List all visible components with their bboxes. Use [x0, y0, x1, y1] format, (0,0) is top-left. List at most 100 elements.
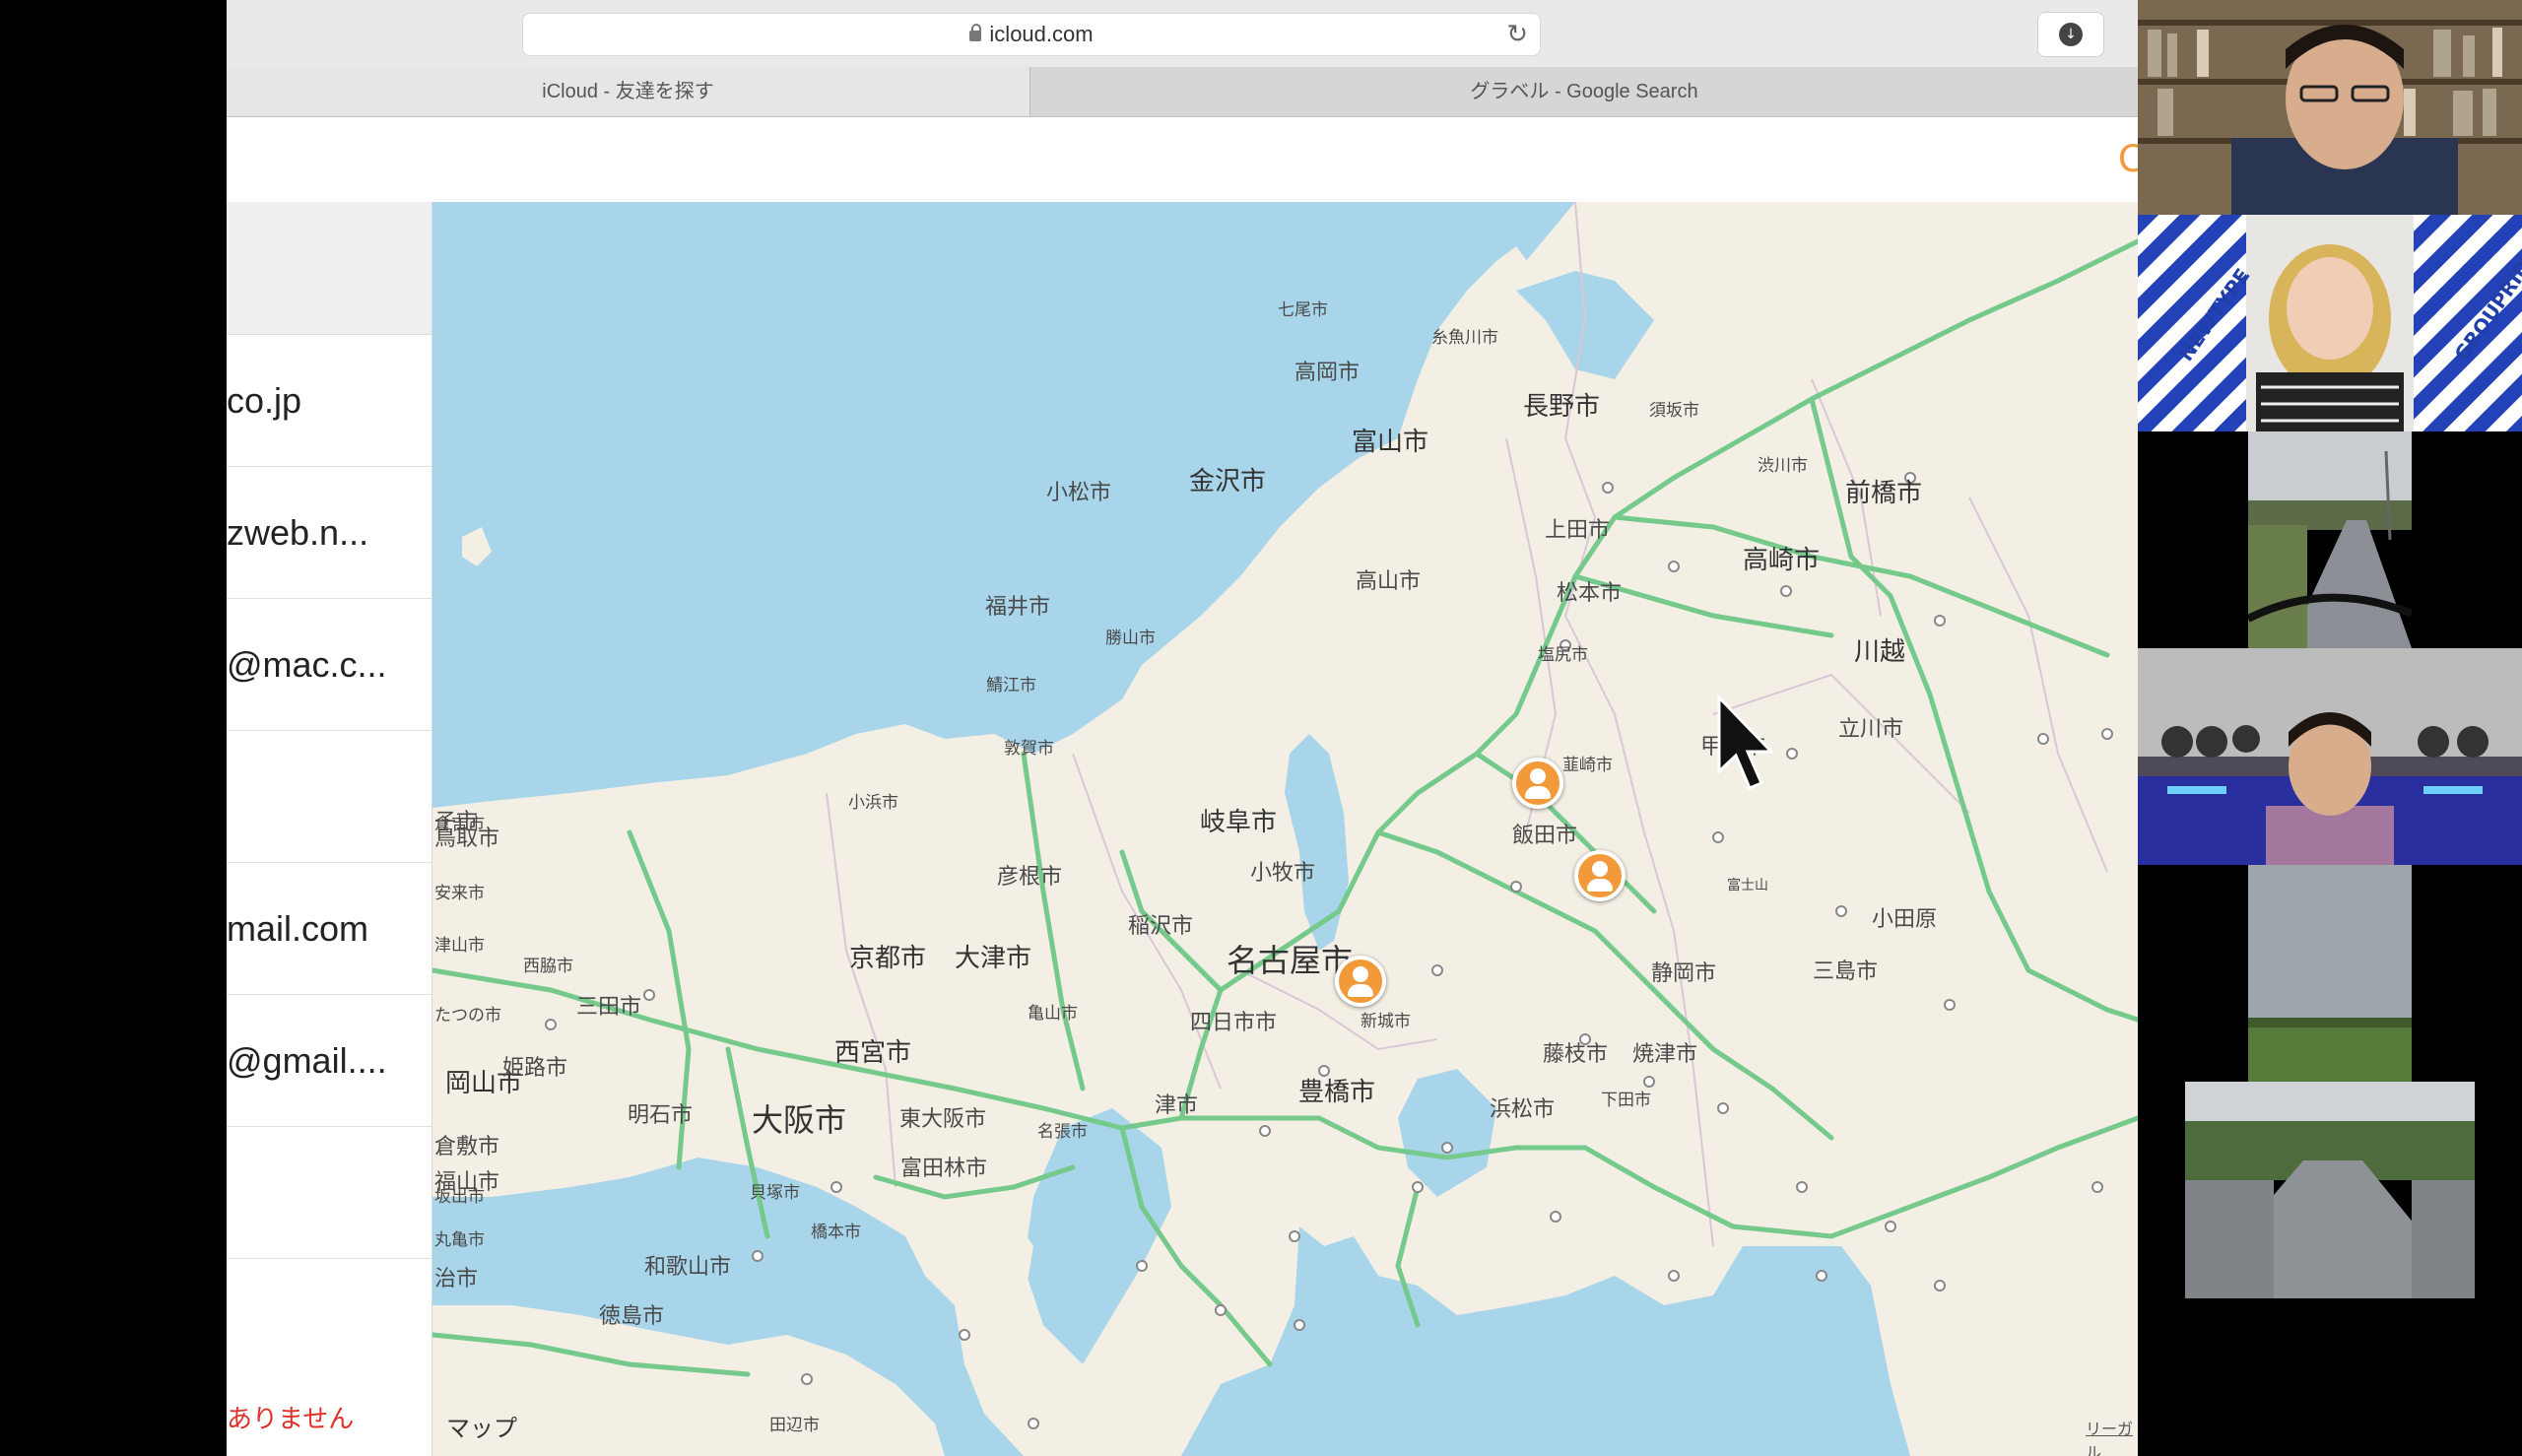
map-place-label: 亀山市	[1028, 1004, 1078, 1024]
map-place-label: 塩尻市	[1538, 645, 1588, 665]
map-place-label: 大阪市	[752, 1101, 847, 1139]
map-place-label: 下田市	[1601, 1091, 1651, 1110]
url-text: icloud.com	[989, 22, 1094, 46]
map-place-label: 川越	[1854, 637, 1906, 667]
map-place-label: 姫路市	[502, 1056, 568, 1081]
participant-video-feed	[2248, 865, 2412, 1082]
map-place-label: 韮崎市	[1562, 756, 1613, 775]
map-place-label: 高崎市	[1743, 546, 1821, 575]
tab-google-search[interactable]: グラベル - Google Search	[1030, 67, 2138, 116]
map-place-label: 上田市	[1545, 518, 1611, 543]
map-place-label: 立川市	[1838, 717, 1904, 742]
map-place-label: 飯田市	[1512, 824, 1578, 848]
map-place-label: 金沢市	[1189, 467, 1267, 496]
map-place-label: 前橋市	[1845, 479, 1923, 508]
map-place-label: 大津市	[955, 944, 1032, 973]
person-row[interactable]: mail.com	[227, 863, 431, 995]
map-place-label: 高山市	[1356, 569, 1422, 594]
participant-video-feed	[2185, 1082, 2475, 1298]
lock-icon	[969, 24, 982, 41]
map-place-label: 糸魚川市	[1431, 328, 1498, 348]
map-place-label: 四日市市	[1190, 1011, 1278, 1035]
people-list: co.jp zweb.n... @mac.c... mail.com @gmai…	[227, 202, 432, 1456]
map-place-label: 須坂市	[1649, 401, 1699, 421]
map-place-label: 新城市	[1361, 1012, 1411, 1031]
map-place-label: 静岡市	[1651, 961, 1717, 986]
person-row[interactable]: @mac.c...	[227, 599, 431, 731]
map-place-label: 和歌山市	[644, 1255, 732, 1280]
header-accent-glyph[interactable]: C	[2118, 137, 2138, 181]
map-place-label: 治市	[434, 1267, 479, 1291]
apple-maps-logo: マップ	[446, 1409, 517, 1443]
map-place-label: 東大阪市	[899, 1107, 987, 1132]
map-place-label: 藤枝市	[1543, 1042, 1609, 1067]
person-row[interactable]: @gmail....	[227, 995, 431, 1127]
map-place-label: 丸亀市	[434, 1230, 485, 1250]
map-place-label: 高岡市	[1294, 361, 1361, 385]
reload-icon[interactable]: ↻	[1506, 20, 1528, 49]
map-place-label: たつの市	[434, 1006, 501, 1026]
map-place-label: 鳥取市	[434, 827, 500, 851]
map-place-label: 京都市	[849, 944, 927, 973]
map-place-label: 彦根市	[997, 865, 1063, 890]
map-place-label: 西脇市	[523, 957, 573, 976]
tab-icloud[interactable]: iCloud - 友達を探す	[227, 67, 1030, 116]
map-place-label: 福井市	[985, 595, 1051, 620]
browser-window: icloud.com ↻ ↓ iCloud - 友達を探す グラベル - Goo…	[227, 0, 2138, 1456]
person-row[interactable]: co.jp	[227, 335, 431, 467]
map-place-label: 浜松市	[1490, 1097, 1556, 1122]
participant-video-tile[interactable]	[2185, 1082, 2475, 1298]
map-place-label: 富士山	[1727, 878, 1768, 893]
map-place-label: 松本市	[1557, 581, 1623, 606]
map-place-label: 豊橋市	[1298, 1078, 1376, 1107]
map-place-label: 名古屋市	[1227, 942, 1354, 979]
map-place-label: 倉敷市	[434, 1135, 500, 1159]
participant-video-tile[interactable]	[2138, 648, 2522, 865]
map-place-label: 貝塚市	[750, 1183, 800, 1203]
browser-toolbar: icloud.com ↻ ↓	[227, 0, 2138, 68]
downloads-button[interactable]: ↓	[2037, 12, 2104, 57]
map-place-label: 明石市	[628, 1103, 694, 1128]
participant-video-feed	[2248, 431, 2412, 648]
video-call-panel: NEWTYPE GROUPRIDE	[2138, 0, 2522, 1456]
app-header: C	[227, 117, 2138, 203]
map-place-label: 岐阜市	[1200, 808, 1278, 837]
person-row[interactable]	[227, 731, 431, 863]
person-row[interactable]: zweb.n...	[227, 467, 431, 599]
map-place-label: 安来市	[434, 884, 485, 903]
map-place-label: 敦賀市	[1004, 739, 1054, 759]
map-place-label: 小松市	[1046, 481, 1112, 505]
people-list-header	[227, 202, 431, 335]
person-row[interactable]	[227, 1127, 431, 1259]
participant-video-tile[interactable]	[2248, 431, 2412, 648]
map-place-label: 三田市	[576, 995, 642, 1020]
friend-location-pin[interactable]	[1512, 758, 1563, 809]
download-icon: ↓	[2059, 23, 2083, 46]
maps-logo-text: マップ	[446, 1415, 517, 1442]
screen-left-margin	[0, 0, 227, 1456]
tab-bar: iCloud - 友達を探す グラベル - Google Search	[227, 67, 2138, 117]
map-place-label: 西宮市	[834, 1038, 912, 1068]
map-place-label: 富田林市	[900, 1157, 988, 1181]
map-place-label: 田辺市	[769, 1416, 820, 1435]
map-place-label: 津市	[1155, 1093, 1199, 1118]
map-place-label: 津山市	[434, 936, 485, 956]
map-place-label: 名張市	[1037, 1122, 1088, 1142]
map-place-label: 富山市	[1352, 428, 1429, 457]
friend-location-pin[interactable]	[1335, 956, 1386, 1007]
legal-link[interactable]: リーガル	[2086, 1416, 2138, 1456]
participant-video-tile[interactable]	[2138, 0, 2522, 215]
participant-video-feed	[2138, 0, 2522, 215]
map-place-label: 徳島市	[599, 1304, 665, 1329]
map-place-label: 勝山市	[1105, 629, 1156, 648]
location-status-text: ありません	[227, 1405, 355, 1434]
participant-video-feed	[2138, 648, 2522, 865]
participant-video-tile[interactable]: NEWTYPE GROUPRIDE	[2138, 215, 2522, 431]
participant-video-feed: NEWTYPE GROUPRIDE	[2138, 215, 2522, 431]
participant-video-tile[interactable]	[2248, 865, 2412, 1082]
map-view[interactable]: 七尾市 糸魚川市 高岡市 長野市 須坂市 富山市 金沢市 小松市 渋川市 前橋市 上田市 高崎市 高山市…	[432, 202, 2138, 1456]
address-bar[interactable]: icloud.com ↻	[522, 13, 1541, 56]
mouse-cursor-icon	[1717, 695, 1775, 790]
map-place-label: 坂出市	[434, 1187, 485, 1207]
friend-location-pin[interactable]	[1574, 850, 1626, 901]
